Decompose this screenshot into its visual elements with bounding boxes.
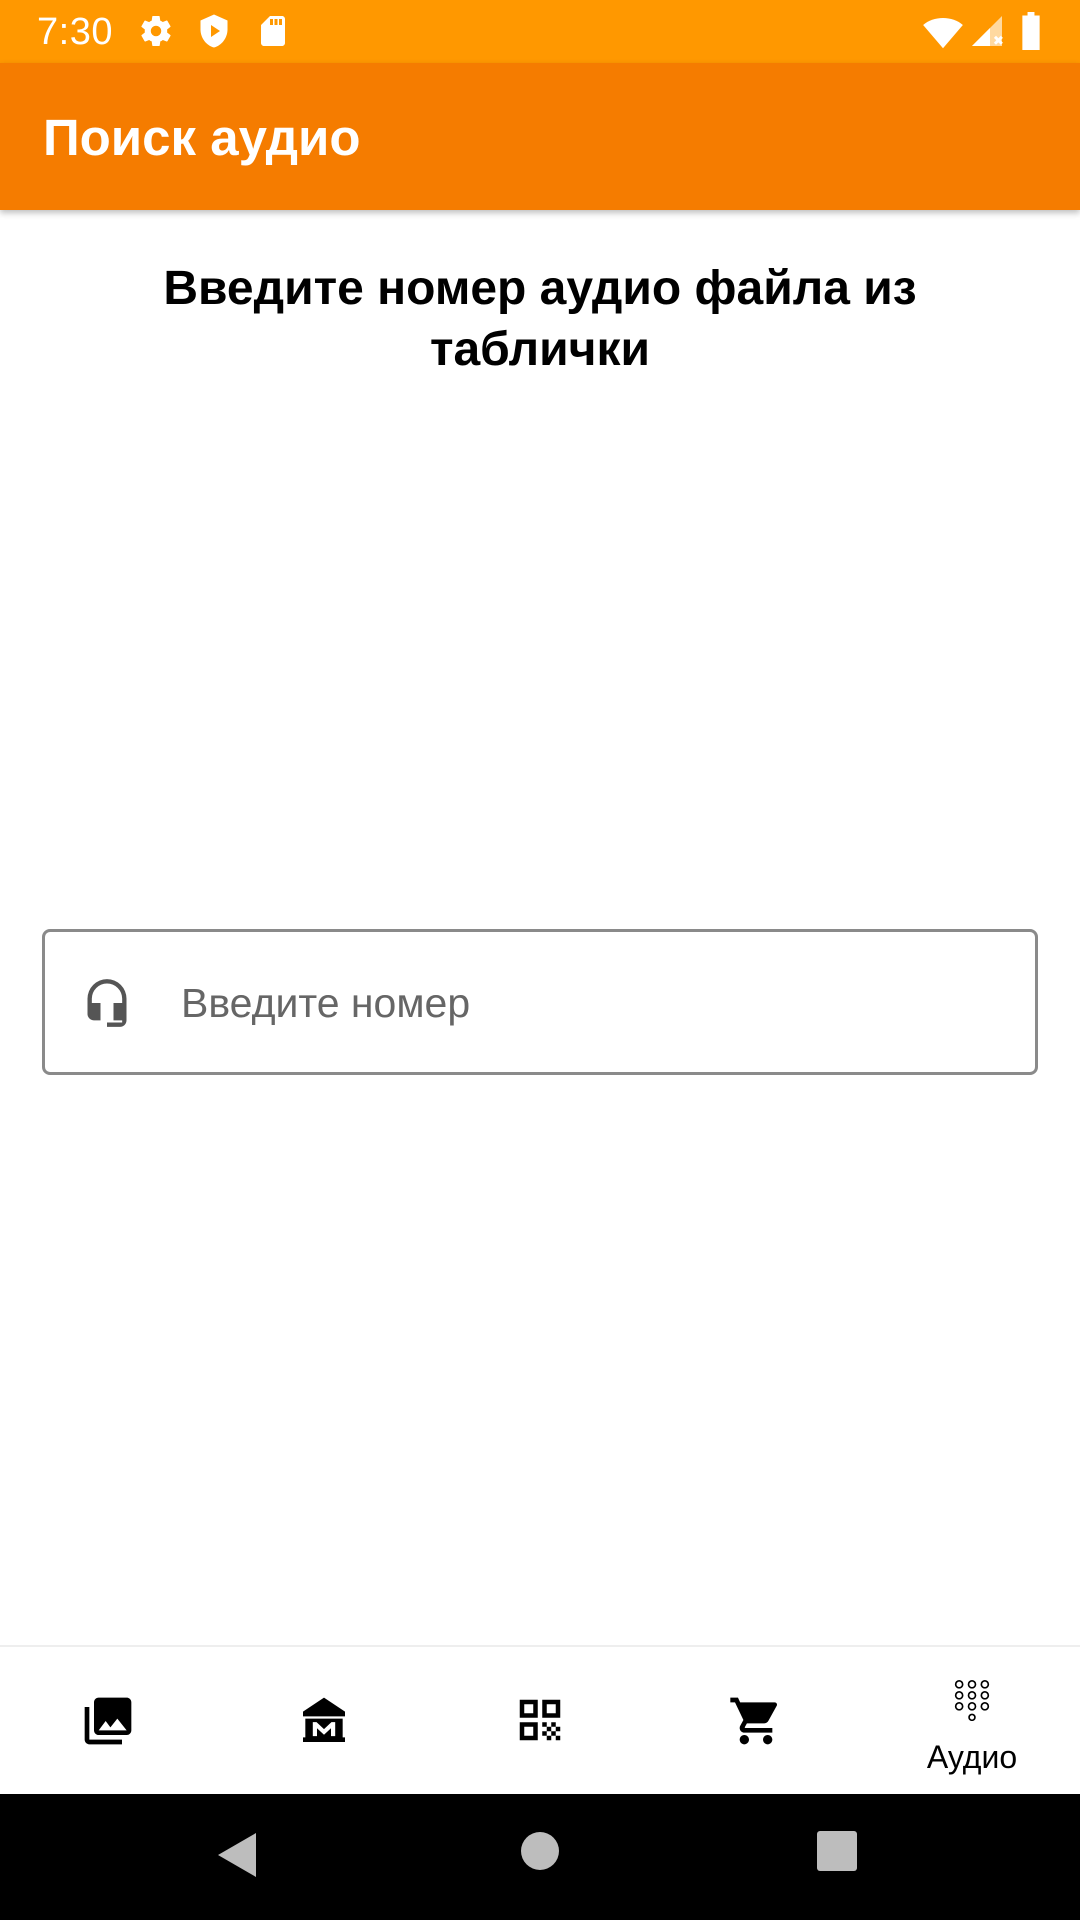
status-time: 7:30 — [37, 11, 113, 53]
bottom-navigation: Аудио — [0, 1645, 1080, 1794]
wifi-icon — [922, 12, 964, 55]
system-navigation-bar — [0, 1794, 1080, 1920]
cart-icon — [728, 1693, 784, 1754]
museum-icon — [296, 1693, 352, 1754]
app-bar: Поиск аудио — [0, 63, 1080, 210]
recents-icon[interactable] — [817, 1831, 857, 1876]
sd-card-icon — [255, 13, 291, 54]
audio-number-field[interactable] — [42, 929, 1038, 1075]
status-bar: 7:30 — [0, 0, 1080, 63]
shield-icon — [196, 13, 232, 54]
qr-code-icon — [513, 1693, 567, 1752]
gear-icon — [138, 13, 174, 54]
gallery-icon — [80, 1693, 136, 1754]
headset-icon — [81, 977, 133, 1034]
nav-item-audio-label: Аудио — [926, 1739, 1018, 1775]
screen: 7:30 Поиск аудио Введите номер аудио фай… — [0, 0, 1080, 1920]
back-icon[interactable] — [216, 1831, 258, 1884]
audio-number-input[interactable] — [181, 972, 1001, 1034]
home-icon[interactable] — [520, 1831, 560, 1876]
instruction-heading: Введите номер аудио файла из таблички — [163, 262, 917, 376]
nav-item-museum[interactable] — [216, 1647, 432, 1794]
dialpad-icon — [950, 1677, 994, 1726]
nav-item-audio[interactable]: Аудио — [864, 1647, 1080, 1794]
signal-icon — [969, 12, 1005, 55]
nav-item-shop[interactable] — [648, 1647, 864, 1794]
battery-icon — [1020, 12, 1042, 55]
page-title: Поиск аудио — [43, 109, 361, 166]
nav-item-qr-scanner[interactable] — [432, 1647, 648, 1794]
nav-item-gallery[interactable] — [0, 1647, 216, 1794]
